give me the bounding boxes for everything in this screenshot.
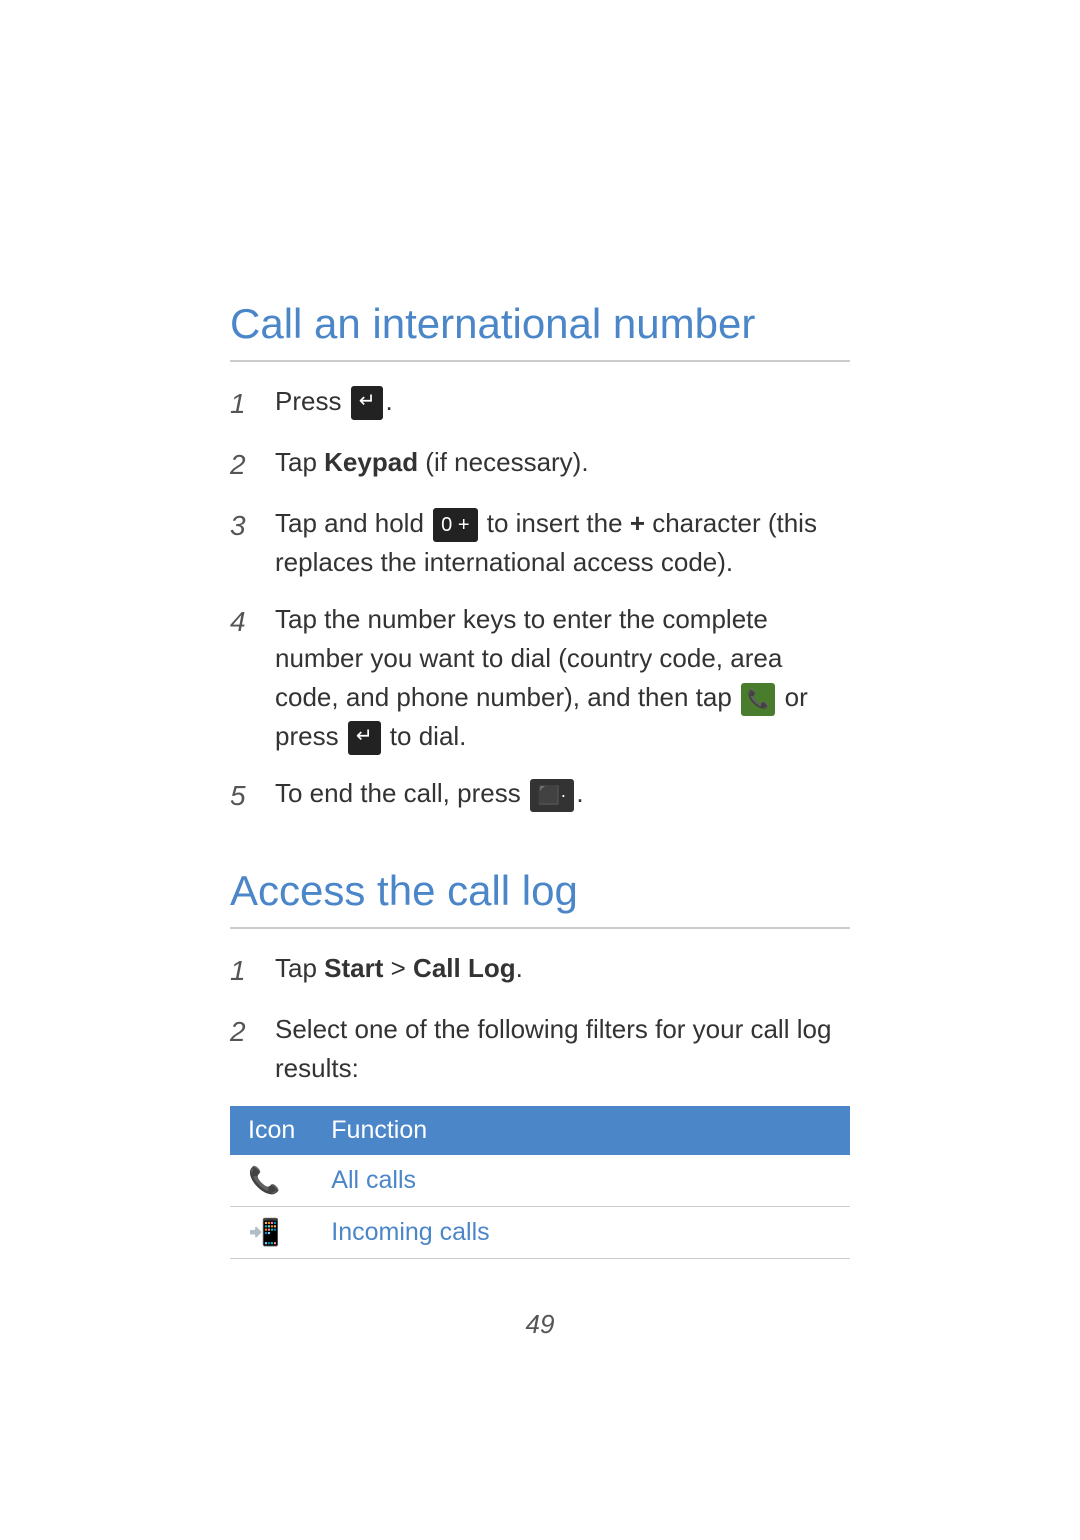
steps-list-international: 1 Press ↵. 2 Tap Keypad (if necessary). … [230,382,850,817]
send-key-4: ↵ [348,721,381,755]
steps-list-calllog: 1 Tap Start > Call Log. 2 Select one of … [230,949,850,1088]
step-num-1: 1 [230,382,275,425]
step-4: 4 Tap the number keys to enter the compl… [230,600,850,756]
step-content-5: To end the call, press ⬛·. [275,774,850,813]
step-content-4: Tap the number keys to enter the complet… [275,600,850,756]
section-title-calllog: Access the call log [230,867,850,929]
calllog-step-content-2: Select one of the following filters for … [275,1010,850,1088]
call-log-table: Icon Function 📞 All calls 📲 Incoming cal… [230,1106,850,1259]
zero-plus-key: 0 + [433,508,477,542]
step-num-4: 4 [230,600,275,643]
section-title-international: Call an international number [230,300,850,362]
table-cell-icon-allcalls: 📞 [230,1155,313,1207]
step-content-2: Tap Keypad (if necessary). [275,443,850,482]
page-content: Call an international number 1 Press ↵. … [0,0,1080,1540]
step-2: 2 Tap Keypad (if necessary). [230,443,850,486]
step-3: 3 Tap and hold 0 + to insert the + chara… [230,504,850,582]
step-num-3: 3 [230,504,275,547]
table-row: 📲 Incoming calls [230,1207,850,1259]
incoming-icon: 📲 [248,1217,280,1248]
start-bold: Start [324,953,383,983]
section-calllog: Access the call log 1 Tap Start > Call L… [230,867,850,1259]
table-cell-icon-incoming: 📲 [230,1207,313,1259]
table-header-function: Function [313,1106,850,1155]
calllog-bold: Call Log [413,953,516,983]
table-row: 📞 All calls [230,1155,850,1207]
calllog-step-content-1: Tap Start > Call Log. [275,949,850,988]
send-key-1: ↵ [351,386,384,420]
step-5: 5 To end the call, press ⬛·. [230,774,850,817]
plus-bold: + [630,508,645,538]
table-header-row: Icon Function [230,1106,850,1155]
step-num-2: 2 [230,443,275,486]
allcalls-icon: 📞 [248,1165,280,1196]
table-header-icon: Icon [230,1106,313,1155]
section-international: Call an international number 1 Press ↵. … [230,300,850,817]
calllog-step-1: 1 Tap Start > Call Log. [230,949,850,992]
calllog-step-num-1: 1 [230,949,275,992]
step-content-1: Press ↵. [275,382,850,421]
phone-icon: 📞 [741,683,775,716]
page-number: 49 [230,1309,850,1340]
end-key: ⬛· [530,779,574,812]
table-cell-function-incoming: Incoming calls [313,1207,850,1259]
calllog-step-2: 2 Select one of the following filters fo… [230,1010,850,1088]
step-num-5: 5 [230,774,275,817]
step-1: 1 Press ↵. [230,382,850,425]
table-cell-function-allcalls: All calls [313,1155,850,1207]
keypad-bold: Keypad [324,447,418,477]
step-content-3: Tap and hold 0 + to insert the + charact… [275,504,850,582]
calllog-step-num-2: 2 [230,1010,275,1053]
